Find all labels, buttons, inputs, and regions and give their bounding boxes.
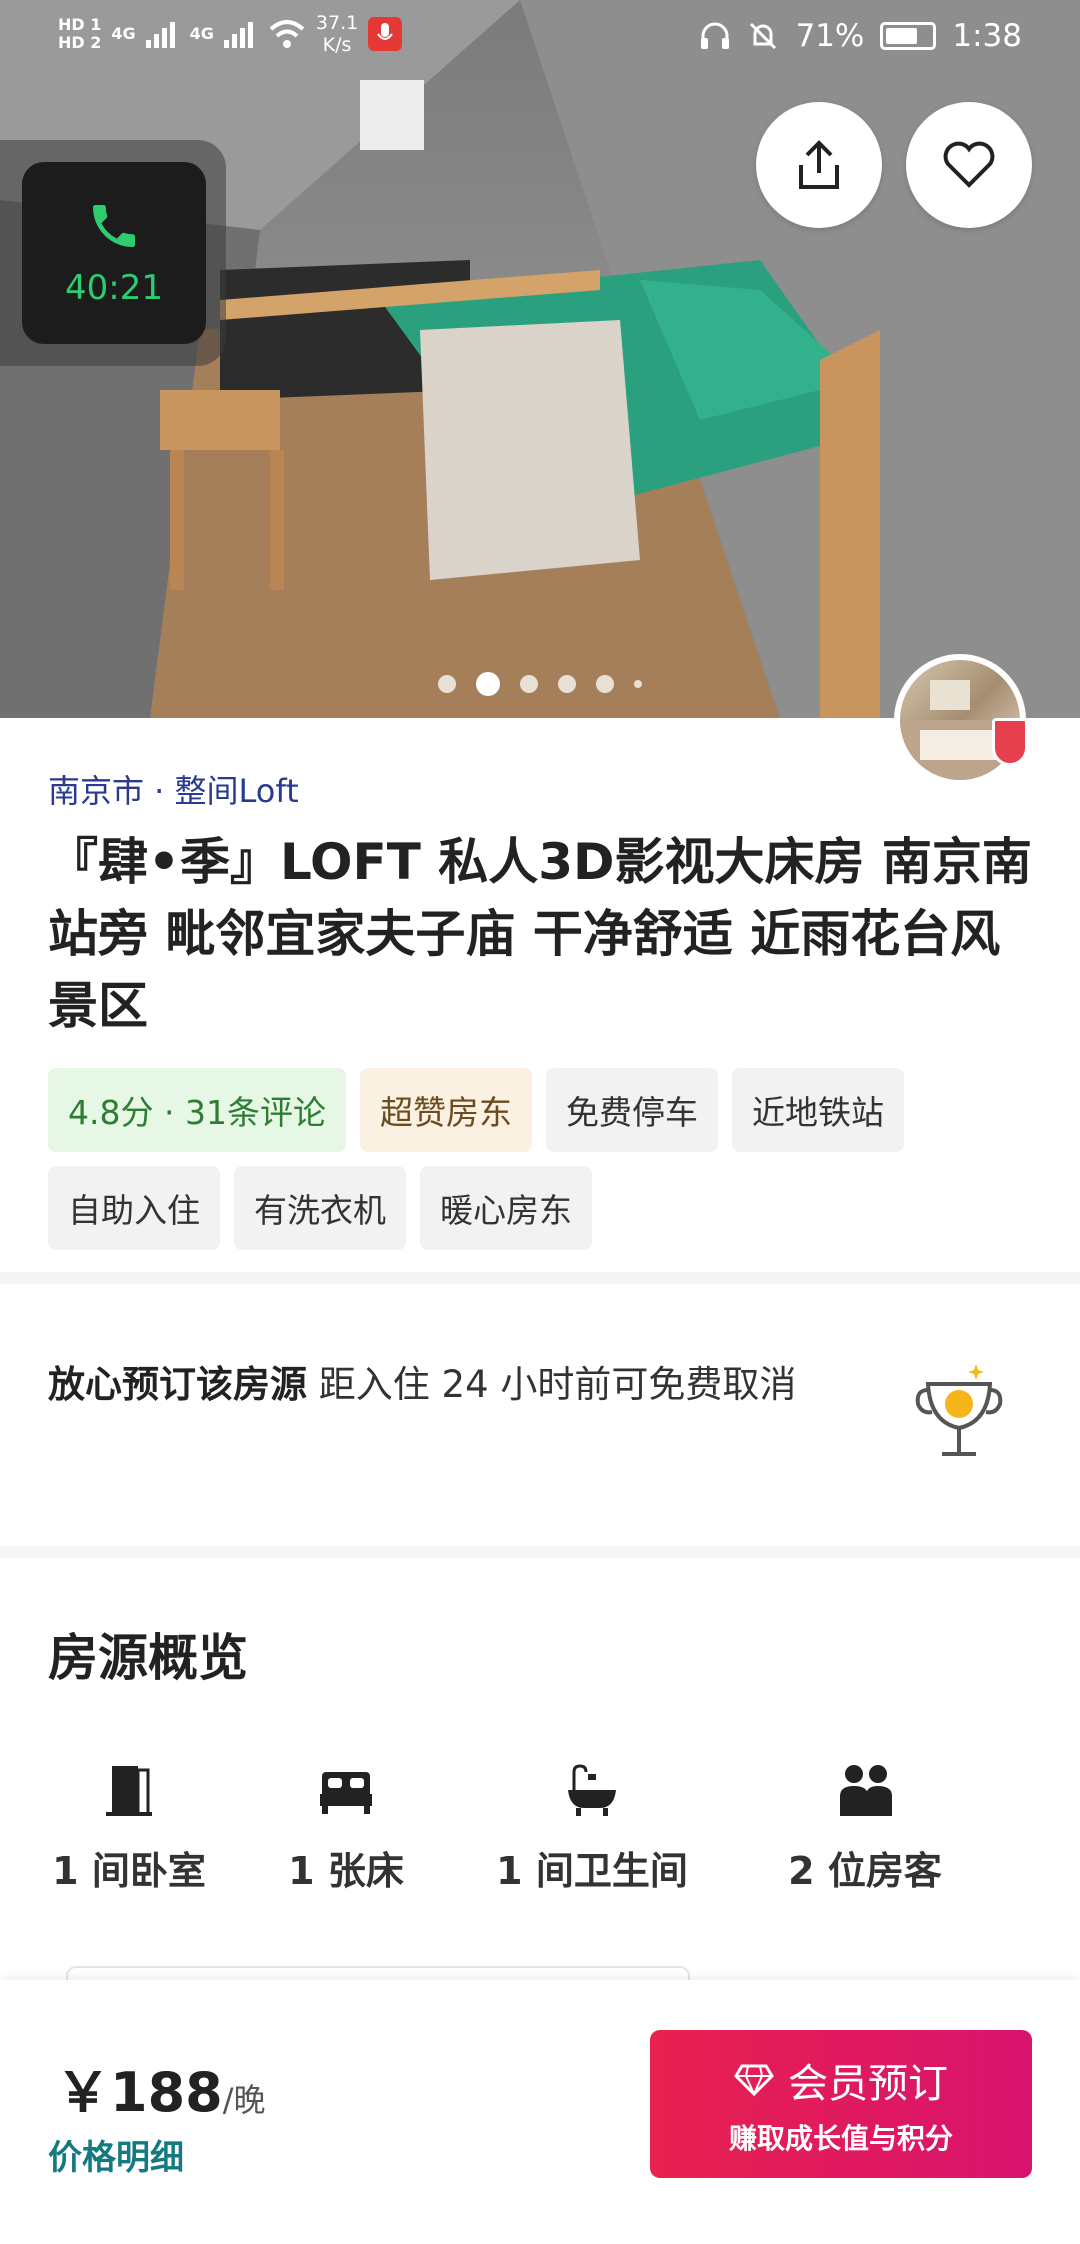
listing-title: 『肆•季』LOFT 私人3D影视大床房 南京南站旁 毗邻宜家夫子庙 干净舒适 近… [48,833,1032,1035]
listing-tags: 4.8分 · 31条评论 超赞房东 免费停车 近地铁站 自助入住 有洗衣机 暖心… [48,1068,1032,1250]
guests-icon [840,1765,892,1816]
gallery-dot [520,675,538,693]
trophy-icon [915,1364,1003,1456]
amenities-row: 1 间卧室 1 张床 1 间卫生间 2 位房客 [48,1762,1032,1912]
price-unit: /晚 [222,2081,266,2119]
battery-percent: 71% [795,18,865,54]
diamond-icon [734,2064,774,2097]
amenity-label: 1 间卫生间 [496,1849,688,1893]
mic-indicator-icon [368,17,403,51]
overview-title: 房源概览 [48,1629,248,1687]
rating-tag[interactable]: 4.8分 · 31条评论 [48,1068,346,1152]
signal-icon [145,22,175,48]
ongoing-call-widget[interactable]: 40:21 [22,162,206,344]
headset-icon [701,22,730,49]
feature-tag: 有洗衣机 [234,1166,406,1250]
gallery-dot [438,675,456,693]
share-icon [799,140,839,189]
feature-tag: 自助入住 [48,1166,220,1250]
signal-icon-2 [223,22,253,48]
price-detail-link[interactable]: 价格明细 [48,2130,184,2179]
gallery-dot [596,675,614,693]
book-sublabel: 赚取成长值与积分 [728,2122,953,2155]
network-4g-1: 4G [111,24,136,43]
favorite-button[interactable] [906,102,1032,228]
section-divider [0,1272,1080,1284]
feature-tag: 近地铁站 [731,1068,904,1152]
clock: 1:38 [952,18,1022,54]
superhost-tag: 超赞房东 [359,1068,532,1152]
bathtub-icon [568,1764,616,1816]
feature-tag: 暖心房东 [420,1166,592,1250]
gallery-dot [558,675,576,693]
price: ￥188/晚 [56,2048,266,2127]
amenity-label: 2 位房客 [788,1849,942,1893]
amenity-beds: 1 张床 [284,1762,408,1895]
section-divider [0,1546,1080,1558]
share-button[interactable] [756,102,882,228]
amenity-label: 1 间卧室 [52,1849,206,1893]
member-book-button[interactable]: 会员预订 赚取成长值与积分 [650,2030,1032,2178]
amenity-label: 1 张床 [288,1849,404,1893]
door-icon [106,1766,152,1816]
book-label: 会员预订 [788,2061,948,2107]
wifi-icon [269,20,305,48]
sim-indicator: HD 1 HD 2 [58,15,102,52]
network-4g-2: 4G [189,24,214,43]
bed-icon [320,1772,372,1814]
heart-icon [943,141,995,188]
battery-icon [880,22,937,50]
status-bar: HD 1 HD 2 4G 4G 37.1 K/s 71% 1:38 [0,0,1080,80]
call-duration: 40:21 [65,268,163,308]
price-amount: ￥188 [56,2061,223,2124]
bell-muted-icon [750,22,777,50]
cancellation-bold: 放心预订该房源 [48,1363,307,1406]
amenity-bathrooms: 1 间卫生间 [492,1762,692,1895]
booking-bar: ￥188/晚 价格明细 会员预订 赚取成长值与积分 [0,1980,1080,2244]
cancellation-text: 放心预订该房源 距入住 24 小时前可免费取消 [48,1356,868,1414]
listing-info: 南京市 · 整间Loft 『肆•季』LOFT 私人3D影视大床房 南京南站旁 毗… [48,766,1032,1250]
listing-location: 南京市 · 整间Loft [48,772,299,810]
gallery-dot [634,680,642,688]
amenity-bedrooms: 1 间卧室 [48,1762,210,1895]
network-speed: 37.1 K/s [315,12,359,56]
phone-icon [93,205,135,247]
gallery-dot [476,672,500,696]
feature-tag: 免费停车 [545,1068,718,1152]
free-cancellation-section: 放心预订该房源 距入住 24 小时前可免费取消 [48,1356,1032,1496]
cancellation-detail: 距入住 24 小时前可免费取消 [307,1363,797,1406]
superhost-badge-icon [992,718,1028,766]
amenity-guests: 2 位房客 [780,1762,950,1895]
